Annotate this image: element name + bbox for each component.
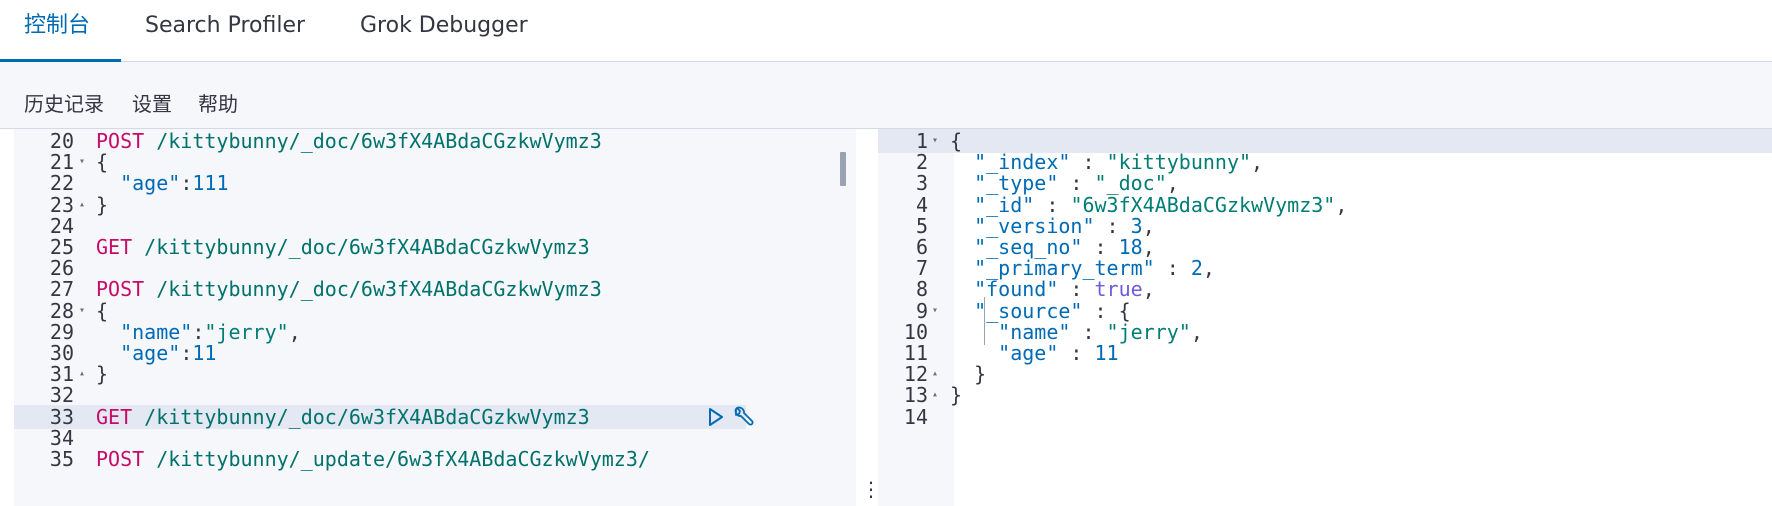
top-tab-bar: 控制台 Search Profiler Grok Debugger xyxy=(0,0,1772,62)
help-link[interactable]: 帮助 xyxy=(198,88,238,117)
tab-grok-debugger-label: Grok Debugger xyxy=(360,13,528,38)
editor-line[interactable]: 35 POST /kittybunny/_update/6w3fX4ABdaCGz… xyxy=(14,447,746,471)
tab-search-profiler-label: Search Profiler xyxy=(145,13,306,38)
output-line[interactable]: 14 xyxy=(878,405,1772,429)
request-editor[interactable]: 20 POST /kittybunny/_doc/6w3fX4ABdaCGzkwV… xyxy=(14,129,856,506)
console-toolbar: 历史记录 设置 帮助 xyxy=(0,62,1772,129)
editor-scrollbar[interactable] xyxy=(840,152,846,186)
tab-search-profiler[interactable]: Search Profiler xyxy=(145,0,305,61)
settings-link[interactable]: 设置 xyxy=(132,88,172,117)
line-number: 14 xyxy=(903,404,928,429)
code-text: POST /kittybunny/_update/6w3fX4ABdaCGzkw… xyxy=(96,447,650,471)
play-icon[interactable] xyxy=(706,406,726,428)
response-output[interactable]: 1 ▾{2 "_index" : "kittybunny", 3 "_type" :… xyxy=(878,129,1772,506)
line-number: 35 xyxy=(49,447,74,471)
wrench-icon[interactable] xyxy=(730,406,754,428)
tab-console[interactable]: 控制台 xyxy=(24,0,90,61)
tab-console-label: 控制台 xyxy=(24,13,91,38)
pane-resizer[interactable]: ⋮ xyxy=(856,129,881,506)
tab-grok-debugger[interactable]: Grok Debugger xyxy=(360,0,528,61)
history-link[interactable]: 历史记录 xyxy=(24,88,104,117)
